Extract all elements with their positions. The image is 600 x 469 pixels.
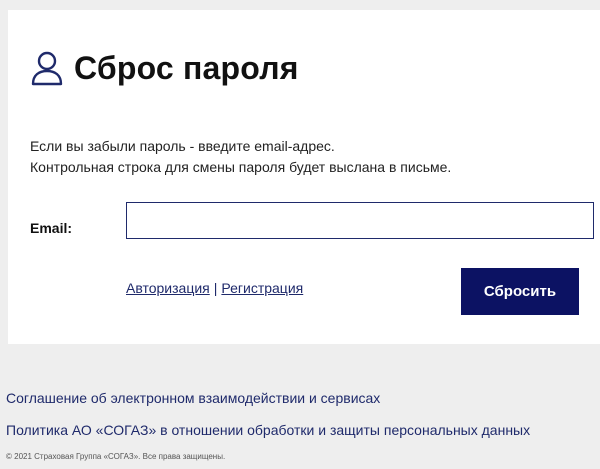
description: Если вы забыли пароль - введите email-ад…: [30, 136, 451, 178]
page-title: Сброс пароля: [74, 50, 299, 86]
description-line-2: Контрольная строка для смены пароля буде…: [30, 159, 452, 175]
privacy-policy-link[interactable]: Политика АО «СОГАЗ» в отношении обработк…: [6, 422, 530, 438]
register-link[interactable]: Регистрация: [221, 280, 303, 296]
agreement-link[interactable]: Соглашение об электронном взаимодействии…: [6, 390, 380, 406]
reset-password-card: Сброс пароля Если вы забыли пароль - вве…: [8, 10, 600, 344]
email-label: Email:: [30, 220, 73, 236]
login-link[interactable]: Авторизация: [126, 280, 210, 296]
description-line-1: Если вы забыли пароль - введите email-ад…: [30, 138, 335, 154]
link-separator: |: [213, 280, 218, 296]
auth-links: Авторизация | Регистрация: [126, 280, 303, 296]
reset-button[interactable]: Сбросить: [461, 268, 579, 315]
email-input[interactable]: [126, 202, 594, 239]
title-row: Сброс пароля: [30, 50, 299, 87]
copyright: © 2021 Страховая Группа «СОГАЗ». Все пра…: [6, 452, 226, 461]
user-icon: [30, 51, 64, 87]
